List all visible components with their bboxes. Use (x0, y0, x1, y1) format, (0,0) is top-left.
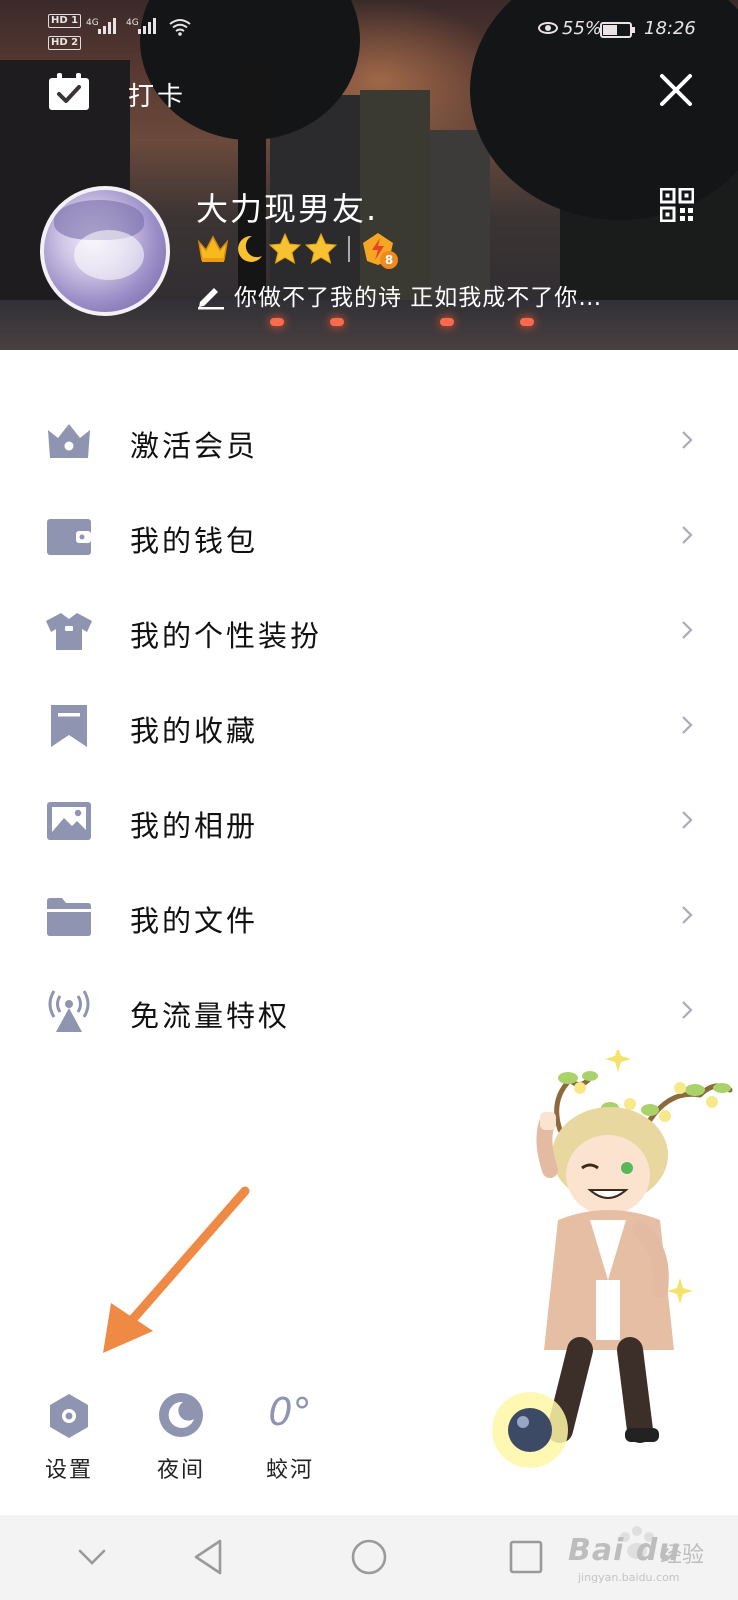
menu-label: 我的文件 (130, 904, 259, 938)
battery-icon (600, 22, 635, 38)
night-label: 夜间 (156, 1458, 205, 1483)
menu-item-free-data[interactable]: 免流量特权 (0, 975, 738, 1045)
calendar-check-icon[interactable] (47, 72, 91, 112)
vip-crown-icon (48, 424, 90, 458)
menu-label: 免流量特权 (130, 999, 291, 1033)
battery-fill (603, 25, 617, 35)
menu-item-wallet[interactable]: 我的钱包 (0, 500, 738, 570)
menu-item-vip[interactable]: 激活会员 (0, 405, 738, 475)
weather-temperature: 0° (268, 1390, 312, 1434)
chevron-down-icon[interactable] (70, 1535, 114, 1579)
photo-icon (47, 802, 91, 840)
chevron-right-icon (682, 1001, 693, 1019)
network-type: 4G (86, 18, 99, 28)
car-light (330, 318, 344, 326)
car-light (520, 318, 534, 326)
clock: 18:26 (644, 18, 696, 39)
network-type: 4G (126, 18, 139, 28)
settings-label: 设置 (44, 1458, 93, 1483)
vip-level: 8 (380, 251, 398, 269)
qr-code-icon[interactable] (660, 188, 694, 222)
status-bar: HD 1 HD 2 4G 4G 55% 18:26 (0, 12, 738, 52)
signature-row[interactable]: 你做不了我的诗 正如我成不了你… (196, 278, 686, 312)
night-mode-button[interactable]: 夜间 (136, 1390, 226, 1490)
level-badges[interactable]: 8 (196, 231, 398, 269)
menu-item-theme[interactable]: 我的个性装扮 (0, 595, 738, 665)
home-circle-icon[interactable] (347, 1535, 391, 1579)
battery-percent: 55% (562, 18, 603, 39)
signal-tower-icon (48, 990, 90, 1032)
watermark-url: jingyan.baidu.com (578, 1571, 680, 1584)
chevron-right-icon (682, 621, 693, 639)
hd-badge: HD 2 (48, 36, 82, 50)
crown-icon (197, 235, 229, 262)
watermark-cn: 经验 (660, 1543, 705, 1568)
chevron-right-icon (682, 906, 693, 924)
avatar[interactable] (40, 186, 170, 316)
vip-badge: 8 (360, 231, 398, 269)
night-moon-icon (159, 1393, 203, 1437)
badge-divider (348, 236, 350, 262)
profile-header: HD 1 HD 2 4G 4G 55% 18:26 打卡 大力现男友. 8 你做… (0, 0, 738, 350)
menu-label: 我的钱包 (130, 524, 259, 558)
weather-button[interactable]: 0° 蛟河 (245, 1390, 335, 1490)
recents-square-icon[interactable] (504, 1535, 548, 1579)
signal-bars-icon (98, 18, 120, 34)
menu-item-files[interactable]: 我的文件 (0, 880, 738, 950)
star-icon (304, 232, 338, 265)
bookmark-icon (51, 705, 87, 747)
settings-hexagon-icon (50, 1394, 88, 1438)
weather-city: 蛟河 (265, 1458, 314, 1483)
system-nav-bar: Bai du 经验 jingyan.baidu.com (0, 1515, 738, 1600)
menu-label: 激活会员 (130, 429, 259, 463)
menu-label: 我的个性装扮 (130, 619, 323, 653)
orange-arrow-annotation (103, 1186, 250, 1353)
back-triangle-icon[interactable] (188, 1535, 232, 1579)
moon-icon (238, 235, 262, 262)
car-light (440, 318, 454, 326)
car-light (270, 318, 284, 326)
menu-label: 我的收藏 (130, 714, 259, 748)
star-icon (268, 232, 302, 265)
settings-button[interactable]: 设置 (24, 1390, 114, 1490)
chevron-right-icon (682, 431, 693, 449)
signal-bars-icon (138, 18, 160, 34)
chevron-right-icon (682, 716, 693, 734)
chevron-right-icon (682, 811, 693, 829)
hd-badge: HD 1 (48, 14, 82, 28)
wifi-icon (169, 19, 191, 36)
folder-icon (47, 898, 91, 936)
menu-label: 我的相册 (130, 809, 259, 843)
checkin-label[interactable]: 打卡 (128, 76, 186, 113)
close-icon[interactable] (656, 70, 696, 110)
wallet-icon (47, 519, 91, 555)
menu-item-favorites[interactable]: 我的收藏 (0, 690, 738, 760)
signature-text: 你做不了我的诗 正如我成不了你… (234, 285, 603, 311)
bottom-actions: 设置 夜间 0° 蛟河 (0, 1390, 738, 1490)
eye-comfort-icon (538, 22, 558, 34)
chevron-right-icon (682, 526, 693, 544)
menu-item-album[interactable]: 我的相册 (0, 785, 738, 855)
tshirt-icon (46, 613, 92, 650)
pencil-icon (198, 288, 224, 310)
username[interactable]: 大力现男友. (196, 184, 378, 230)
